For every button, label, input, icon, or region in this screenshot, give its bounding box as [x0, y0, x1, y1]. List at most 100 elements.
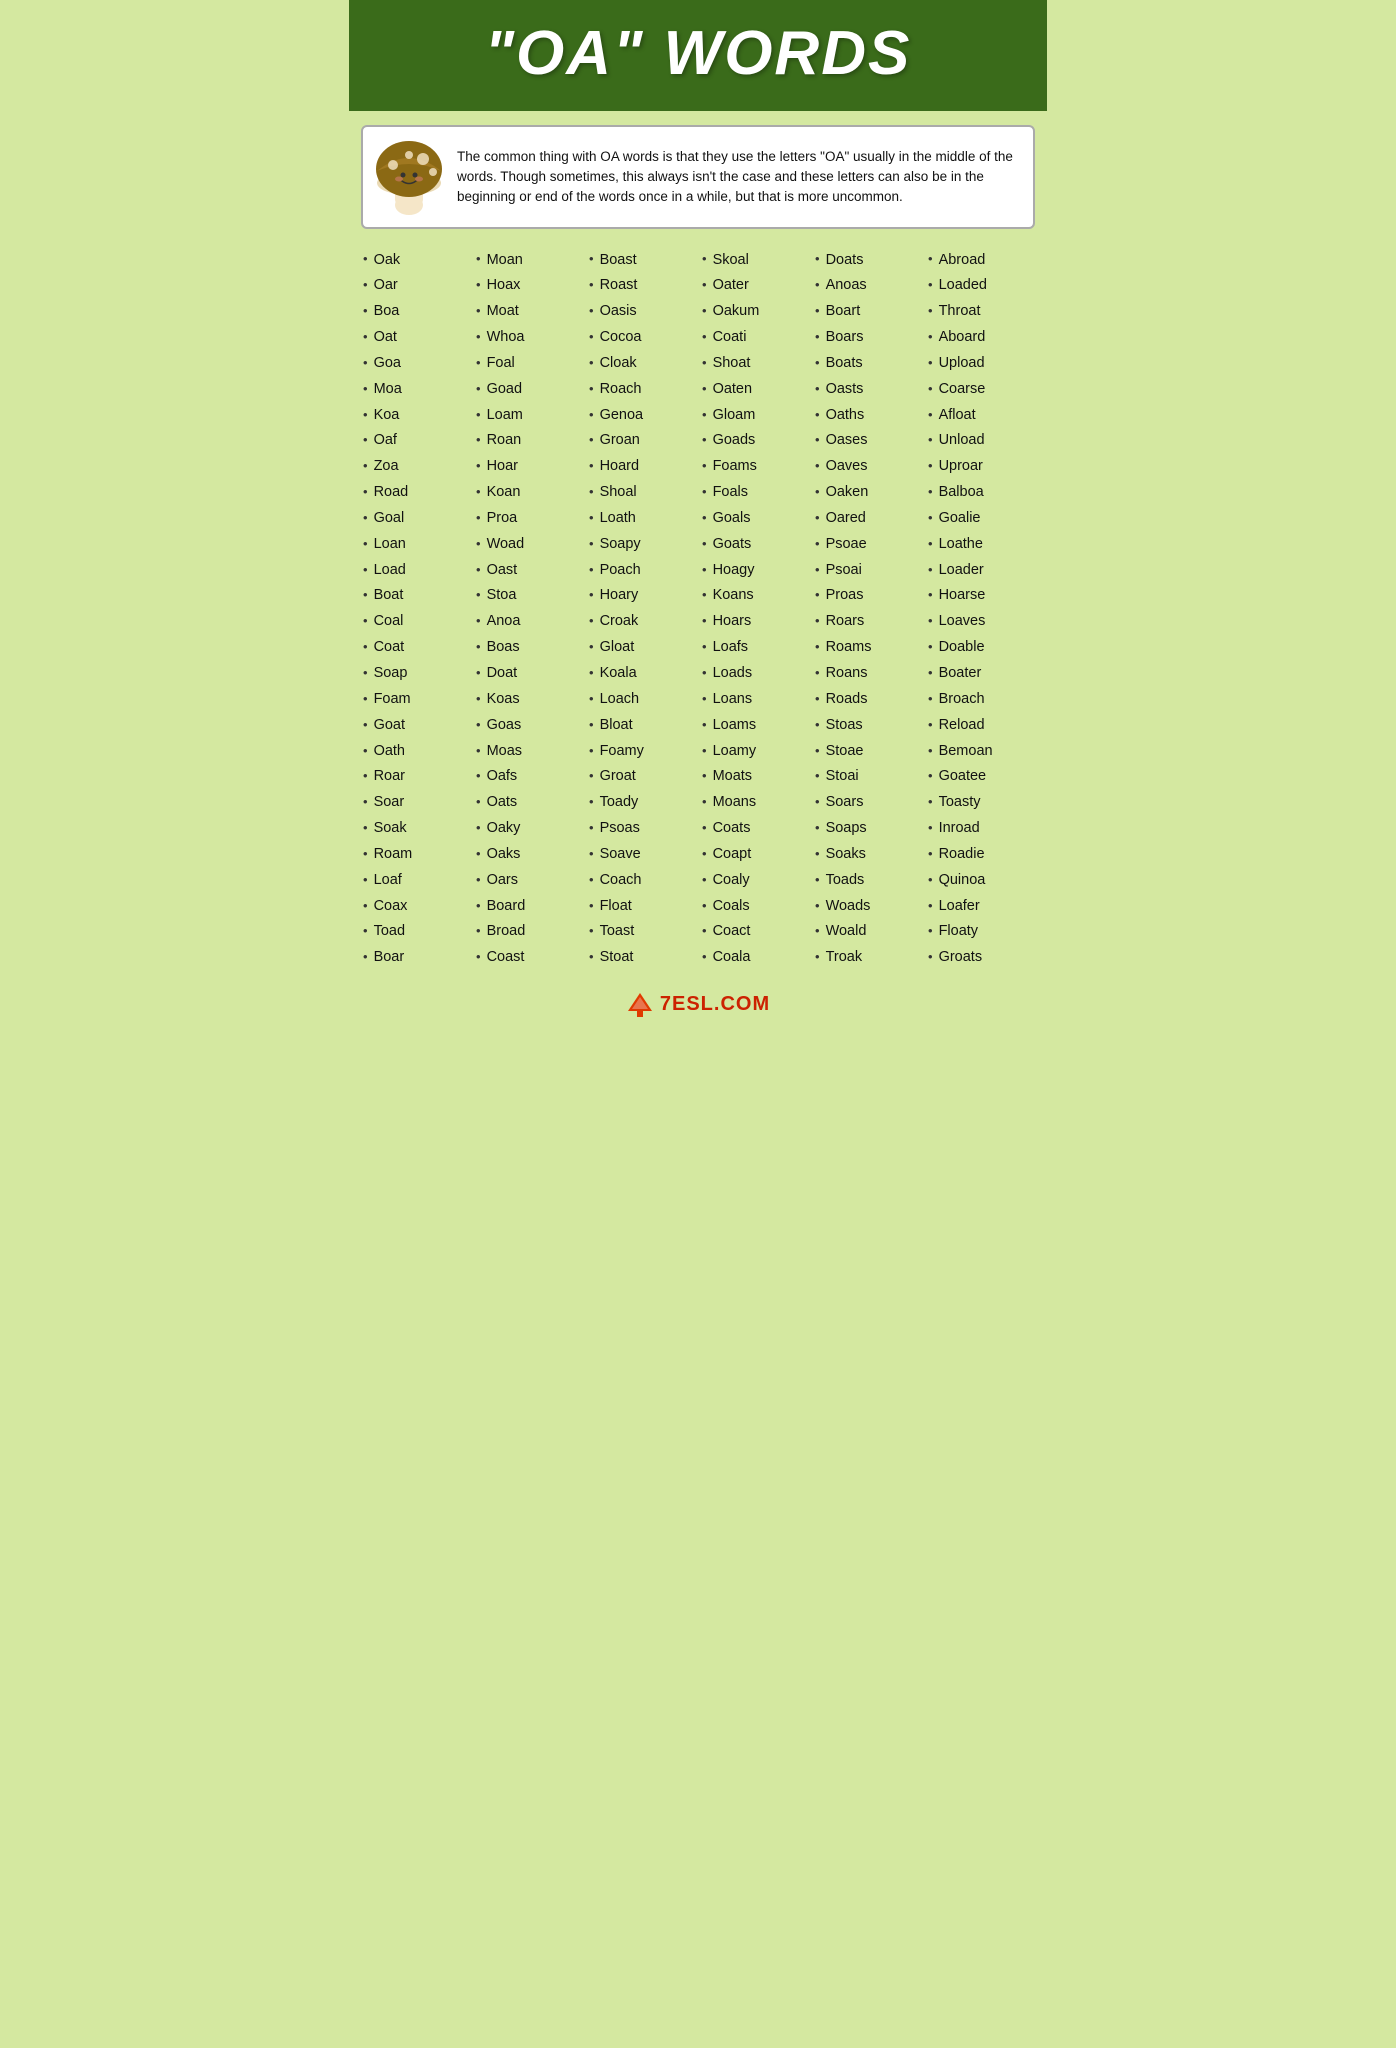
word-text: Uproar	[939, 457, 983, 476]
word-item: •Broach	[928, 686, 1033, 712]
word-item: •Loans	[702, 686, 807, 712]
bullet-point: •	[928, 458, 933, 475]
bullet-point: •	[928, 665, 933, 682]
word-text: Goal	[374, 509, 405, 528]
bullet-point: •	[589, 794, 594, 811]
word-text: Koala	[600, 664, 637, 683]
bullet-point: •	[928, 846, 933, 863]
word-item: •Soars	[815, 790, 920, 816]
word-column-3: •Boast•Roast•Oasis•Cocoa•Cloak•Roach•Gen…	[585, 247, 698, 971]
word-item: • Oaken	[815, 480, 920, 506]
word-text: Oaken	[826, 483, 869, 502]
bullet-point: •	[928, 251, 933, 268]
bullet-point: •	[702, 303, 707, 320]
word-item: •Goad	[476, 376, 581, 402]
word-text: Cloak	[600, 354, 637, 373]
bullet-point: •	[589, 484, 594, 501]
word-item: •Croak	[589, 609, 694, 635]
word-item: •Soapy	[589, 531, 694, 557]
bullet-point: •	[928, 329, 933, 346]
word-text: Loam	[487, 406, 523, 425]
intro-text: The common thing with OA words is that t…	[457, 147, 1021, 208]
word-item: •Anoas	[815, 273, 920, 299]
word-item: •Troak	[815, 945, 920, 971]
bullet-point: •	[476, 794, 481, 811]
bullet-point: •	[702, 510, 707, 527]
word-text: Oaky	[487, 819, 521, 838]
bullet-point: •	[363, 794, 368, 811]
word-item: •Roan	[476, 428, 581, 454]
word-text: Koa	[374, 406, 400, 425]
word-text: Foams	[713, 457, 757, 476]
word-text: Soaks	[826, 845, 866, 864]
word-text: Soaps	[826, 819, 867, 838]
word-text: Groan	[600, 431, 640, 450]
word-text: Oaths	[826, 406, 865, 425]
bullet-point: •	[702, 458, 707, 475]
word-item: •Toads	[815, 867, 920, 893]
word-item: •Moat	[476, 299, 581, 325]
word-text: Oakum	[713, 302, 760, 321]
bullet-point: •	[928, 820, 933, 837]
bullet-point: •	[815, 484, 820, 501]
word-text: Roach	[600, 380, 642, 399]
word-item: •Load	[363, 557, 468, 583]
word-text: Afloat	[939, 406, 976, 425]
bullet-point: •	[815, 329, 820, 346]
word-item: •Coact	[702, 919, 807, 945]
word-text: Loaded	[939, 276, 987, 295]
word-item: •Loams	[702, 712, 807, 738]
word-item: • Afloat	[928, 402, 1033, 428]
word-item: •Boart	[815, 299, 920, 325]
word-text: Loan	[374, 535, 406, 554]
word-text: Throat	[939, 302, 981, 321]
word-text: Balboa	[939, 483, 984, 502]
bullet-point: •	[363, 846, 368, 863]
word-item: •Oar	[363, 273, 468, 299]
word-text: Shoal	[600, 483, 637, 502]
word-text: Coats	[713, 819, 751, 838]
intro-box: The common thing with OA words is that t…	[361, 125, 1035, 229]
word-text: Road	[374, 483, 409, 502]
word-item: •Koa	[363, 402, 468, 428]
bullet-point: •	[815, 768, 820, 785]
word-text: Coact	[713, 922, 751, 941]
word-text: Goa	[374, 354, 401, 373]
word-text: Boar	[374, 948, 405, 967]
bullet-point: •	[363, 923, 368, 940]
bullet-point: •	[476, 665, 481, 682]
word-item: • Oasis	[589, 299, 694, 325]
word-text: Psoai	[826, 561, 862, 580]
word-item: •Soak	[363, 816, 468, 842]
word-item: •Roads	[815, 686, 920, 712]
word-item: •Upload	[928, 350, 1033, 376]
word-item: •Proa	[476, 505, 581, 531]
word-item: •Roar	[363, 764, 468, 790]
word-item: •Psoae	[815, 531, 920, 557]
word-text: Loafs	[713, 638, 748, 657]
bullet-point: •	[589, 303, 594, 320]
word-item: •Coat	[363, 635, 468, 661]
word-item: •Hoarse	[928, 583, 1033, 609]
word-item: •Soar	[363, 790, 468, 816]
bullet-point: •	[476, 355, 481, 372]
bullet-point: •	[363, 562, 368, 579]
word-text: Psoae	[826, 535, 867, 554]
word-item: •Inroad	[928, 816, 1033, 842]
word-item: •Poach	[589, 557, 694, 583]
word-text: Hoarse	[939, 586, 986, 605]
word-text: Oases	[826, 431, 868, 450]
word-item: •Doats	[815, 247, 920, 273]
word-text: Roads	[826, 690, 868, 709]
bullet-point: •	[363, 613, 368, 630]
bullet-point: •	[928, 562, 933, 579]
word-text: Loathe	[939, 535, 983, 554]
word-text: Loaves	[939, 612, 986, 631]
word-item: •Groat	[589, 764, 694, 790]
bullet-point: •	[702, 665, 707, 682]
word-text: Koas	[487, 690, 520, 709]
word-text: Soapy	[600, 535, 641, 554]
bullet-point: •	[928, 923, 933, 940]
bullet-point: •	[928, 407, 933, 424]
word-text: Oasis	[600, 302, 637, 321]
